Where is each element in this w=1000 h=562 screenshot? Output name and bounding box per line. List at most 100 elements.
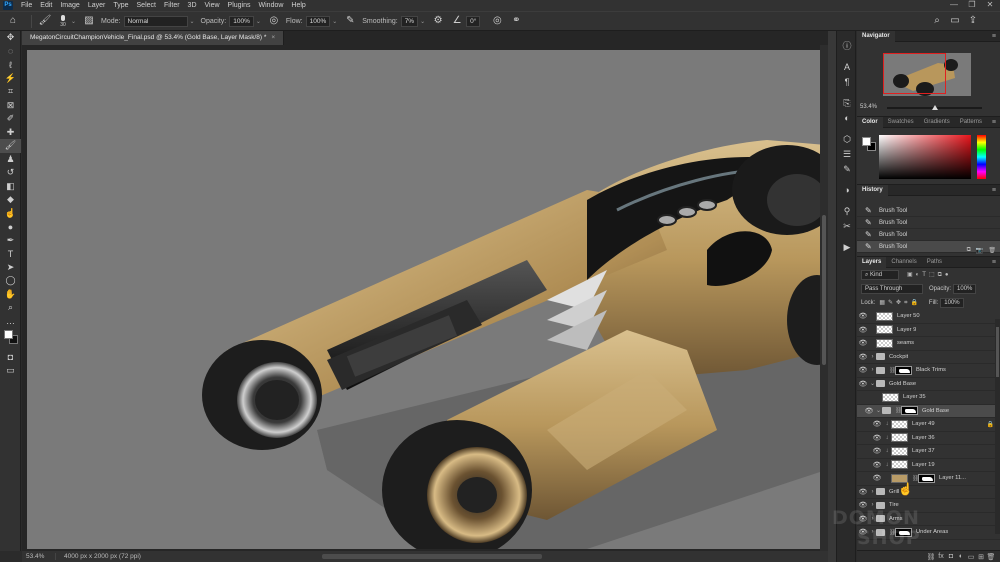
layer-row[interactable]: 👁 seams: [857, 337, 1000, 351]
home-icon[interactable]: ⌂: [6, 14, 20, 28]
zoom-level[interactable]: 53.4%: [22, 553, 56, 560]
layer-group-row[interactable]: 👁 ⌄ Gold Base: [857, 378, 1000, 391]
chevron-right-icon[interactable]: ›: [869, 489, 876, 495]
eye-icon[interactable]: 👁: [857, 353, 869, 361]
tab-patterns[interactable]: Patterns: [955, 117, 987, 128]
eye-icon[interactable]: 👁: [857, 501, 869, 509]
actions-icon[interactable]: ▶: [837, 240, 857, 255]
flow-input[interactable]: 100%: [305, 15, 331, 27]
layer-group-row[interactable]: 👁 › Arms: [857, 513, 1000, 526]
lock-icons[interactable]: ▦✎✥⌗🔒: [879, 299, 921, 307]
panel-menu-icon[interactable]: ≡: [992, 117, 996, 128]
search-icon[interactable]: ⌕: [930, 14, 944, 28]
tab-paths[interactable]: Paths: [922, 257, 947, 268]
tab-color[interactable]: Color: [857, 116, 883, 128]
layer-mask-thumbnail[interactable]: [895, 527, 912, 537]
shape-tool-icon[interactable]: ◯: [0, 274, 21, 288]
eye-icon[interactable]: 👁: [857, 488, 869, 496]
layer-style-icon[interactable]: fx: [936, 553, 946, 560]
eye-icon[interactable]: 👁: [857, 515, 869, 523]
path-selection-tool-icon[interactable]: ➤: [0, 261, 21, 275]
eye-icon[interactable]: 👁: [857, 528, 869, 536]
paint-bucket-tool-icon[interactable]: ◆: [0, 193, 21, 207]
close-tab-icon[interactable]: ×: [271, 34, 275, 41]
layer-row[interactable]: 👁 ⛓ Layer 11...: [857, 472, 1000, 486]
foreground-color-swatch[interactable]: [4, 330, 13, 339]
chevron-down-icon[interactable]: ⌄: [875, 407, 882, 414]
layer-mask-thumbnail[interactable]: [895, 365, 912, 375]
new-group-icon[interactable]: ▭: [966, 553, 976, 561]
gear-icon[interactable]: ⚙: [431, 14, 445, 28]
menu-layer[interactable]: Layer: [84, 2, 110, 9]
symmetry-icon[interactable]: ⚭: [509, 14, 523, 28]
layers-scrollbar[interactable]: [995, 319, 1000, 534]
adjustments-icon[interactable]: ◐: [837, 111, 857, 126]
menu-type[interactable]: Type: [109, 2, 132, 9]
fill-input[interactable]: 100%: [940, 298, 964, 308]
menu-help[interactable]: Help: [287, 2, 309, 9]
filter-icons[interactable]: ▣◐T⬚⧉●: [907, 271, 952, 279]
layer-group-row[interactable]: 👁 › Tire: [857, 499, 1000, 513]
tool-presets-icon[interactable]: ✂: [837, 219, 857, 234]
brush-settings-icon[interactable]: ▨: [82, 14, 96, 28]
menu-window[interactable]: Window: [255, 2, 288, 9]
document-info[interactable]: 4000 px x 2000 px (72 ppi): [56, 553, 141, 560]
trash-icon[interactable]: 🗑: [988, 247, 996, 256]
layer-row[interactable]: 👁 ↓ Layer 49 🔒: [857, 418, 1000, 432]
horizontal-scrollbar[interactable]: [322, 554, 542, 559]
pressure-opacity-icon[interactable]: ◎: [267, 14, 281, 28]
clone-source-icon[interactable]: ⚲: [837, 204, 857, 219]
chevron-right-icon[interactable]: ›: [869, 502, 876, 508]
workspace-icon[interactable]: ▭: [948, 14, 962, 28]
blend-mode-select[interactable]: Pass Through: [861, 284, 923, 294]
layer-group-row[interactable]: 👁 › Grill: [857, 486, 1000, 499]
tab-channels[interactable]: Channels: [886, 257, 921, 268]
marquee-tool-icon[interactable]: ◌: [0, 45, 21, 59]
eye-icon[interactable]: 👁: [857, 326, 869, 334]
eye-icon[interactable]: 👁: [863, 407, 875, 415]
layer-group-row[interactable]: 👁 › ⛓ Under Areas: [857, 526, 1000, 540]
tab-layers[interactable]: Layers: [857, 257, 887, 268]
layer-group-row-selected[interactable]: 👁 ⌄ ⛓ Gold Base: [857, 404, 1000, 418]
angle-input[interactable]: 0°: [466, 15, 481, 27]
layer-row[interactable]: 👁 ↓ Layer 19: [857, 459, 1000, 472]
pressure-size-icon[interactable]: ◎: [490, 14, 504, 28]
frame-tool-icon[interactable]: ⊠: [0, 99, 21, 113]
eye-icon[interactable]: 👁: [871, 434, 883, 442]
trash-icon[interactable]: 🗑: [986, 553, 996, 561]
navigator-zoom[interactable]: 53.4%: [860, 104, 877, 110]
history-step[interactable]: ✎ Brush Tool: [857, 229, 1000, 241]
scroll-thumb[interactable]: [822, 215, 826, 365]
history-step[interactable]: ✎ Brush Tool: [857, 205, 1000, 217]
navigator-view-box[interactable]: [883, 53, 946, 94]
tab-gradients[interactable]: Gradients: [919, 117, 955, 128]
type-tool-icon[interactable]: T: [0, 247, 21, 261]
brush-tool-icon[interactable]: 🖌: [38, 14, 52, 28]
adjustment-layer-icon[interactable]: ◐: [956, 553, 966, 560]
smudge-tool-icon[interactable]: ☝: [0, 207, 21, 221]
minimize-button[interactable]: —: [946, 0, 962, 9]
snapshot-icon[interactable]: 📷: [976, 247, 983, 256]
chevron-right-icon[interactable]: ›: [869, 367, 876, 373]
panel-menu-icon[interactable]: ≡: [992, 31, 996, 42]
share-icon[interactable]: ⇪: [966, 14, 980, 28]
layer-group-row[interactable]: 👁 › Cockpit: [857, 351, 1000, 364]
smoothing-input[interactable]: 7%: [400, 15, 419, 27]
layer-group-row[interactable]: 👁 › ⛓ Black Trims: [857, 364, 1000, 378]
eye-icon[interactable]: 👁: [857, 366, 869, 374]
dodge-tool-icon[interactable]: ●: [0, 220, 21, 234]
eye-icon[interactable]: 👁: [857, 339, 869, 347]
scroll-thumb[interactable]: [996, 327, 999, 377]
new-document-icon[interactable]: ⧉: [967, 247, 971, 256]
menu-plugins[interactable]: Plugins: [224, 2, 255, 9]
glyphs-icon[interactable]: ⎘: [837, 96, 857, 111]
properties-icon[interactable]: ☰: [837, 147, 857, 162]
magic-wand-tool-icon[interactable]: ⚡: [0, 72, 21, 86]
styles-icon[interactable]: ◑: [837, 183, 857, 198]
chevron-right-icon[interactable]: ›: [869, 529, 876, 535]
restore-button[interactable]: ❐: [964, 0, 980, 9]
quick-mask-icon[interactable]: ◘: [0, 350, 21, 364]
info-icon[interactable]: ⓘ: [837, 39, 857, 54]
chevron-down-icon[interactable]: ⌄: [869, 380, 876, 387]
layer-row[interactable]: Layer 35: [857, 391, 1000, 405]
